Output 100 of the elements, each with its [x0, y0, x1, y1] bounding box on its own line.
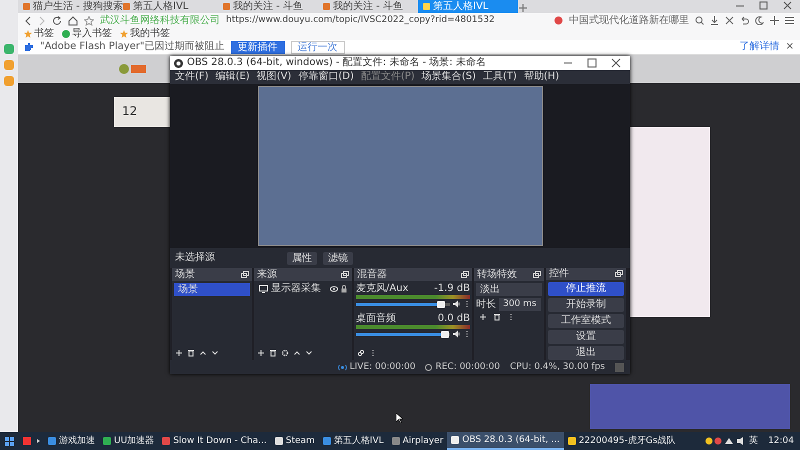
- broadcast-icon: [338, 364, 347, 370]
- taskbar-app[interactable]: OBS 28.0.3 (64-bit, ...: [447, 432, 564, 450]
- add-icon[interactable]: [257, 349, 265, 357]
- undock-icon[interactable]: [341, 271, 349, 278]
- undock-icon[interactable]: [241, 271, 249, 278]
- bookmark-link[interactable]: 我的书签: [130, 28, 170, 40]
- add-icon[interactable]: [175, 349, 183, 357]
- tab-title: 猫户生活 - 搜狗搜索: [33, 2, 123, 12]
- undo-icon[interactable]: [740, 16, 749, 25]
- channel-name: 桌面音频: [356, 313, 396, 324]
- menu-item[interactable]: 停靠窗口(D): [298, 71, 354, 83]
- cpu-fps-readout: CPU: 0.4%, 30.00 fps: [510, 362, 605, 372]
- taskbar-app[interactable]: Airplayer: [388, 432, 448, 450]
- tab-title: 第五人格IVL: [433, 2, 488, 12]
- arrow-up-icon[interactable]: [199, 349, 207, 357]
- undock-icon[interactable]: [533, 271, 541, 278]
- taskbar-app[interactable]: Steam: [270, 432, 319, 450]
- add-icon[interactable]: [479, 313, 487, 321]
- undock-icon[interactable]: [461, 271, 469, 278]
- duration-field[interactable]: 300 ms: [499, 298, 540, 311]
- app-title: OBS 28.0.3 (64-bit, ...: [462, 434, 560, 446]
- obs-logo-icon: [174, 58, 183, 68]
- back-icon[interactable]: [24, 16, 32, 26]
- menu-item[interactable]: 场景集合(S): [422, 71, 476, 83]
- scene-item[interactable]: 场景: [174, 283, 250, 296]
- undock-icon[interactable]: [615, 270, 623, 278]
- moon-icon[interactable]: [755, 16, 764, 25]
- address-url[interactable]: https://www.douyu.com/topic/IVSC2022_copy?rid=4801532: [226, 16, 495, 25]
- taskbar-app[interactable]: UU加速器: [99, 432, 158, 450]
- arrow-up-icon[interactable]: [293, 349, 301, 357]
- taskbar-app[interactable]: 游戏加速: [44, 432, 99, 450]
- more-icon[interactable]: [464, 300, 470, 308]
- bookmark-link[interactable]: 书签: [34, 28, 54, 40]
- menu-item[interactable]: 文件(F): [175, 71, 209, 83]
- puzzle-icon: [24, 42, 34, 52]
- control-button[interactable]: 设置: [548, 330, 624, 344]
- dock-title: 混音器: [357, 268, 387, 280]
- app-title: 第五人格IVL: [334, 436, 384, 446]
- search-field[interactable]: 中国式现代化道路新在哪里: [569, 16, 689, 26]
- taskbar-app[interactable]: 22200495-虎牙Gs战队: [564, 432, 680, 450]
- transition-select[interactable]: 淡出: [476, 283, 542, 296]
- update-plugin-button[interactable]: 更新插件: [230, 40, 285, 54]
- app-icon: [568, 437, 576, 445]
- app-title: 22200495-虎牙Gs战队: [578, 436, 676, 446]
- bookmark-link[interactable]: 导入书签: [72, 28, 112, 40]
- run-once-button[interactable]: 运行一次: [290, 40, 345, 54]
- filters-button[interactable]: 滤镜: [323, 252, 353, 264]
- menu-item[interactable]: 视图(V): [256, 71, 292, 83]
- menu-item[interactable]: 配置文件(P): [360, 71, 415, 83]
- no-source-label: 未选择源: [175, 252, 215, 264]
- link-icon[interactable]: [357, 349, 365, 357]
- taskbar-app[interactable]: Slow It Down - Cha...: [158, 432, 271, 450]
- speaker-icon[interactable]: [453, 300, 461, 308]
- download-icon[interactable]: [710, 16, 719, 25]
- more-icon[interactable]: [464, 330, 470, 338]
- gear-icon[interactable]: [281, 349, 289, 357]
- app-title: UU加速器: [114, 436, 154, 446]
- app-icon: [274, 437, 283, 445]
- dock-title: 来源: [257, 268, 277, 280]
- properties-button[interactable]: 属性: [287, 252, 317, 264]
- trash-icon[interactable]: [493, 313, 501, 321]
- tab-title: 第五人格IVL: [133, 2, 188, 12]
- browser-tab[interactable]: 我的关注 - 斗鱼: [218, 0, 318, 13]
- home-icon[interactable]: [68, 16, 78, 26]
- lock-icon[interactable]: [341, 284, 347, 293]
- browser-tab[interactable]: 我的关注 - 斗鱼: [318, 0, 418, 13]
- tray-icons-drawing[interactable]: [705, 436, 746, 446]
- app-title: Airplayer: [402, 436, 444, 446]
- page-icon: [223, 3, 230, 10]
- clock[interactable]: 12:04: [762, 436, 800, 446]
- menu-item[interactable]: 工具(T): [482, 71, 517, 83]
- speaker-icon[interactable]: [453, 330, 461, 338]
- menu-item[interactable]: 帮助(H): [524, 71, 560, 83]
- control-button[interactable]: 退出: [548, 346, 624, 360]
- trash-icon[interactable]: [187, 349, 195, 357]
- learn-more-link[interactable]: 了解详情: [740, 42, 780, 52]
- plugin-blocked-message: "Adobe Flash Player"已因过期而被阻止: [40, 42, 225, 52]
- arrow-down-icon[interactable]: [305, 349, 313, 357]
- arrow-down-icon[interactable]: [211, 349, 219, 357]
- control-button[interactable]: 开始录制: [548, 298, 624, 312]
- input-language[interactable]: 英: [745, 436, 762, 446]
- page-icon: [23, 3, 30, 10]
- menu-icon[interactable]: [785, 16, 794, 25]
- dock-title: 场景: [175, 268, 195, 280]
- eye-icon[interactable]: [330, 286, 338, 292]
- menu-item[interactable]: 编辑(E): [216, 71, 250, 83]
- duration-label: 时长: [476, 298, 496, 310]
- dock-title: 转场特效: [477, 268, 517, 280]
- taskbar-app[interactable]: 第五人格IVL: [318, 432, 388, 450]
- app-icon: [162, 437, 170, 445]
- trash-icon[interactable]: [269, 349, 277, 357]
- source-item[interactable]: 显示器采集: [271, 283, 327, 294]
- new-tab-icon[interactable]: [518, 3, 528, 13]
- reload-icon[interactable]: [52, 16, 62, 26]
- control-button[interactable]: 工作室模式: [548, 314, 624, 328]
- control-button[interactable]: 停止推流: [548, 282, 624, 296]
- plus-icon[interactable]: [770, 16, 779, 25]
- close-icon[interactable]: ×: [786, 42, 794, 52]
- app-icon: [48, 437, 56, 445]
- app-icon[interactable]: [20, 435, 34, 447]
